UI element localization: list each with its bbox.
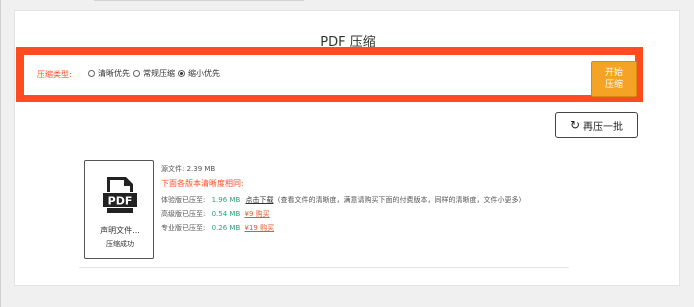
result-size: 0.26 MB bbox=[211, 224, 241, 232]
source-size: 源文件: 2.39 MB bbox=[161, 165, 216, 173]
result-row-trial: 体验版已压至: 1.96 MB 点击下载 (查看文件的清晰度，满意请购买下面的付… bbox=[161, 195, 521, 205]
radio-circle[interactable] bbox=[133, 70, 140, 77]
top-divider bbox=[94, 0, 304, 1]
result-note: (查看文件的清晰度，满意请购买下面的付费版本，同样的清晰度，文件小更多) bbox=[277, 196, 522, 204]
start-compress-button[interactable]: 开始 压缩 bbox=[591, 61, 637, 97]
result-label: 高级版已压至: bbox=[161, 210, 206, 218]
versions-notice: 下面各版本清晰度相同: bbox=[161, 179, 244, 188]
download-link[interactable]: 点击下载 bbox=[245, 196, 273, 204]
file-status: 压缩成功 bbox=[106, 240, 134, 248]
radio-clarity-first[interactable]: 清晰优先 bbox=[88, 68, 130, 79]
top-strip bbox=[0, 0, 694, 6]
radio-label: 清晰优先 bbox=[98, 69, 130, 78]
buy-advanced-link[interactable]: ¥9 购买 bbox=[244, 210, 269, 218]
bottom-divider bbox=[79, 267, 569, 268]
pdf-icon-text: PDF bbox=[108, 195, 133, 208]
result-row-pro: 专业版已压至: 0.26 MB ¥19 购买 bbox=[161, 223, 274, 233]
radio-normal[interactable]: 常规压缩 bbox=[133, 68, 175, 79]
file-card[interactable]: PDF 声明文件... 压缩成功 bbox=[84, 160, 154, 259]
refresh-icon: ↻ bbox=[569, 118, 581, 132]
options-highlight: 压缩类型: 清晰优先 常规压缩 缩小优先 开始 压缩 bbox=[16, 47, 643, 102]
radio-circle[interactable] bbox=[88, 70, 95, 77]
result-row-advanced: 高级版已压至: 0.54 MB ¥9 购买 bbox=[161, 209, 270, 219]
radio-smallest-first[interactable]: 缩小优先 bbox=[178, 68, 220, 79]
start-button-line2: 压缩 bbox=[604, 80, 623, 90]
recompress-label: 再压一批 bbox=[583, 121, 624, 133]
radio-label: 常规压缩 bbox=[143, 69, 175, 78]
compress-type-label: 压缩类型: bbox=[37, 70, 72, 79]
file-name: 声明文件... bbox=[100, 226, 140, 235]
radio-circle-checked[interactable] bbox=[178, 70, 185, 77]
result-label: 体验版已压至: bbox=[161, 196, 206, 204]
options-box: 压缩类型: 清晰优先 常规压缩 缩小优先 开始 压缩 bbox=[24, 55, 637, 97]
recompress-button[interactable]: ↻ 再压一批 bbox=[555, 112, 638, 138]
result-label: 专业版已压至: bbox=[161, 224, 206, 232]
result-size: 0.54 MB bbox=[211, 210, 241, 218]
left-border bbox=[0, 0, 1, 307]
pdf-file-icon: PDF bbox=[103, 177, 137, 213]
compress-panel: PDF 压缩 压缩类型: 清晰优先 常规压缩 缩小优先 开始 压缩 ↻ 再压一批 bbox=[14, 10, 680, 286]
result-size: 1.96 MB bbox=[211, 196, 241, 204]
start-button-line1: 开始 bbox=[604, 68, 623, 78]
radio-label: 缩小优先 bbox=[188, 69, 220, 78]
buy-pro-link[interactable]: ¥19 购买 bbox=[244, 224, 274, 232]
